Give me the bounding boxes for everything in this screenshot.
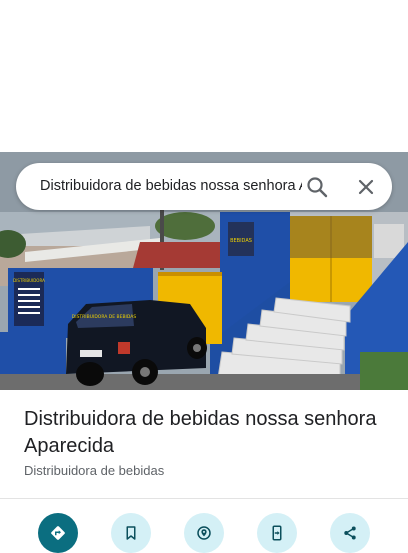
divider (0, 498, 408, 499)
close-button[interactable] (351, 172, 381, 202)
car-windshield-text: DISTRIBUIDORA DE BEBIDAS (72, 314, 137, 320)
share-button[interactable] (330, 513, 370, 553)
save-button[interactable] (111, 513, 151, 553)
close-icon (358, 179, 374, 195)
nearby-button[interactable] (184, 513, 224, 553)
search-icon (307, 177, 328, 198)
svg-text:BEBIDAS: BEBIDAS (230, 238, 252, 244)
place-title: Distribuidora de bebidas nossa senhora A… (24, 408, 377, 457)
banner-left-text: DISTRIBUIDORA (13, 278, 45, 283)
directions-button[interactable] (38, 513, 78, 553)
search-button[interactable] (302, 172, 332, 202)
nearby-icon (197, 526, 211, 540)
search-bar[interactable]: Distribuidora de bebidas nossa senhora A… (16, 163, 392, 210)
top-blank-area (0, 0, 408, 152)
send-to-phone-button[interactable] (257, 513, 297, 553)
directions-icon (51, 526, 65, 540)
share-icon (344, 526, 356, 540)
bookmark-icon (126, 526, 136, 540)
search-input[interactable]: Distribuidora de bebidas nossa senhora A… (40, 163, 302, 210)
place-category: Distribuidora de bebidas (24, 463, 165, 478)
send-to-phone-icon (272, 525, 282, 541)
